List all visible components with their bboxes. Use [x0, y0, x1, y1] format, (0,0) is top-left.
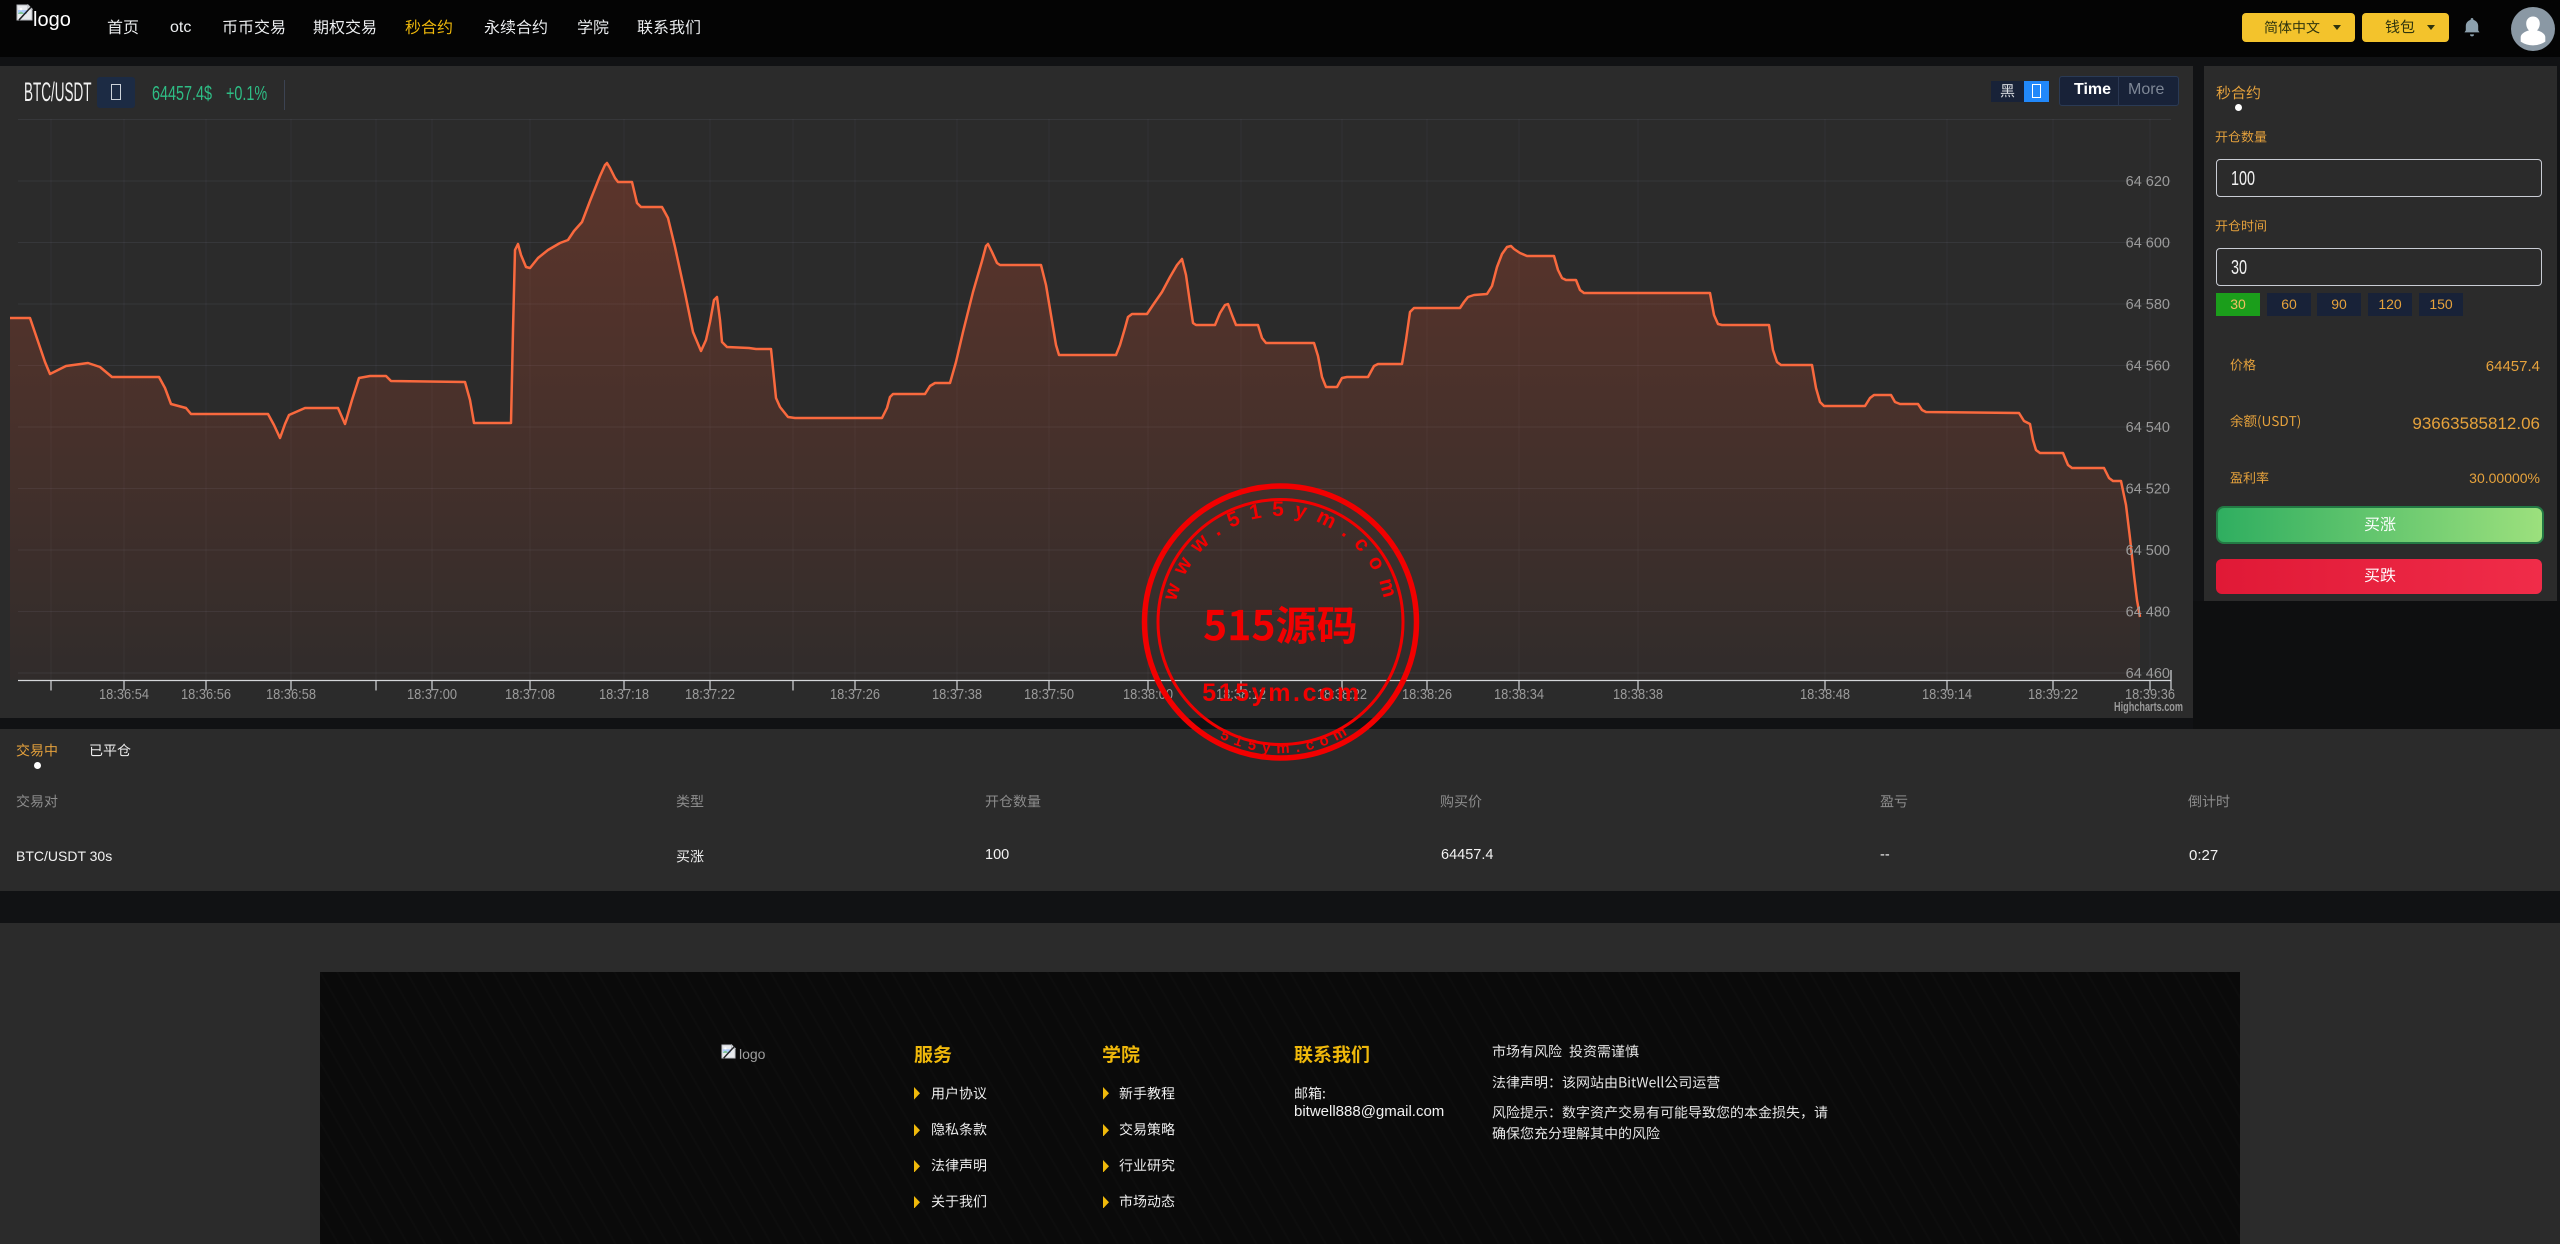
svg-text:18:37:26: 18:37:26: [830, 687, 880, 703]
svg-text:18:36:54: 18:36:54: [99, 687, 149, 703]
svg-text:18:39:22: 18:39:22: [2028, 687, 2078, 703]
svg-text:64 500: 64 500: [2126, 543, 2170, 559]
svg-text:18:37:08: 18:37:08: [505, 687, 555, 703]
svg-text:18:38:34: 18:38:34: [1494, 687, 1544, 703]
svg-text:18:37:00: 18:37:00: [407, 687, 457, 703]
svg-text:Highcharts.com: Highcharts.com: [2114, 699, 2183, 714]
svg-text:18:37:38: 18:37:38: [932, 687, 982, 703]
svg-text:18:38:38: 18:38:38: [1613, 687, 1663, 703]
svg-text:64 460: 64 460: [2126, 666, 2170, 682]
svg-text:64 520: 64 520: [2126, 482, 2170, 498]
svg-text:18:37:22: 18:37:22: [685, 687, 735, 703]
svg-text:18:36:58: 18:36:58: [266, 687, 316, 703]
svg-text:64 540: 64 540: [2126, 420, 2170, 436]
svg-text:18:37:18: 18:37:18: [599, 687, 649, 703]
svg-text:64 480: 64 480: [2126, 605, 2170, 621]
svg-text:18:39:14: 18:39:14: [1922, 687, 1972, 703]
svg-text:64 620: 64 620: [2126, 174, 2170, 190]
svg-text:18:38:48: 18:38:48: [1800, 687, 1850, 703]
svg-text:64 560: 64 560: [2126, 359, 2170, 375]
svg-text:18:36:56: 18:36:56: [181, 687, 231, 703]
svg-text:18:37:50: 18:37:50: [1024, 687, 1074, 703]
svg-text:64 600: 64 600: [2126, 236, 2170, 252]
svg-text:64 580: 64 580: [2126, 297, 2170, 313]
